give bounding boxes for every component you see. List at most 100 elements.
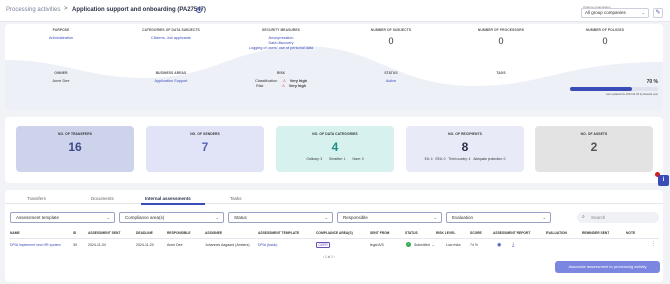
progress-percent: 70 % — [646, 79, 658, 85]
column-header[interactable]: SENT FROM — [370, 231, 389, 235]
card-title: NO. OF RECIPIENTS — [448, 132, 482, 136]
owner-value: Anne Dee — [52, 79, 70, 83]
pagination[interactable]: ‹ 1 af 1 › — [323, 255, 335, 259]
tab-tasks[interactable]: Tasks — [230, 196, 242, 201]
column-header[interactable]: NOTE — [626, 231, 635, 235]
filter-label: Status — [234, 215, 247, 220]
card-value: 16 — [68, 140, 82, 154]
purpose-cell: PURPOSE — Administration — [6, 28, 116, 41]
column-header[interactable]: ASSIGNEE — [205, 231, 222, 235]
tab-transfers[interactable]: Transfers — [27, 196, 46, 201]
download-icon[interactable]: ⤓ — [512, 242, 514, 248]
status-select[interactable]: Submitted ⌄ — [414, 243, 435, 247]
assessment-template-link[interactable]: DPIA (basic) — [258, 243, 277, 247]
compliance-area-filter[interactable]: Compliance area(s) ⌄ — [119, 212, 224, 223]
column-header[interactable]: ASSESSMENT REPORT — [493, 231, 530, 235]
transfers-card[interactable]: NO. OF TRANSFERS 16 — [16, 126, 134, 172]
card-value: 2 — [590, 140, 598, 154]
responsible-name: Anne Dee — [167, 243, 183, 247]
tab-bar: Transfers Documents Internal assessments… — [5, 192, 663, 205]
tab-documents[interactable]: Documents — [91, 196, 114, 201]
status-filter[interactable]: Status ⌄ — [228, 212, 333, 223]
card-breakdown: Ordinary: 3 Sensitive: 1 None: 0 — [276, 157, 394, 161]
assessment-id: 39 — [73, 243, 77, 247]
breakdown-item: None: 0 — [352, 157, 364, 161]
warning-icon: ⚠ — [282, 79, 286, 83]
breakdown-item: Adequate protection: 0 — [473, 157, 506, 161]
filter-label: Responsible — [343, 215, 368, 220]
filter-label: Compliance area(s) — [125, 215, 165, 220]
compliance-badge: GDPR — [316, 242, 331, 248]
column-header[interactable]: STATUS — [405, 231, 418, 235]
risk-level: Low risks — [446, 243, 461, 247]
column-header[interactable]: COMPLIANCE AREA(S) — [316, 231, 353, 235]
evaluation-filter[interactable]: Evaluation ⌄ — [446, 212, 551, 223]
last-updated-text: Last updated the 2023-04-18 by Deleted u… — [605, 93, 658, 96]
column-header[interactable]: EVALUATION — [546, 231, 567, 235]
breadcrumb-processing-activities[interactable]: Processing activities — [6, 7, 60, 13]
card-title: NO. OF SENDERS — [190, 132, 220, 136]
org-select-value: All group companies — [585, 10, 626, 15]
eye-icon[interactable]: ◉ — [497, 242, 501, 248]
more-options-icon[interactable]: ⋮ — [651, 241, 656, 247]
edit-icon[interactable]: ✎ — [653, 8, 663, 18]
data-categories-card[interactable]: NO. OF DATA CATEGORIES 4 Ordinary: 3 Sen… — [276, 126, 394, 172]
column-header[interactable]: REMINDER SENT — [582, 231, 609, 235]
chevron-down-icon: ⌄ — [542, 215, 546, 220]
status-cell: STATUS — Active — [336, 71, 446, 84]
senders-card[interactable]: NO. OF SENDERS 7 — [146, 126, 264, 172]
assets-card[interactable]: NO. OF ASSETS 2 — [535, 126, 653, 172]
breakdown-item: Third country: 4 — [448, 157, 471, 161]
deadline-date: 2024-11-20 — [136, 243, 154, 247]
summary-panel: PURPOSE — Administration CATEGORIES OF D… — [5, 24, 663, 110]
card-value: 7 — [201, 140, 209, 154]
chevron-down-icon: ⌄ — [106, 215, 110, 220]
search-input[interactable]: ⌕ Search — [577, 212, 659, 223]
info-icon[interactable]: i — [196, 7, 202, 13]
categories-value[interactable]: Citizens, Job applicants — [116, 36, 226, 41]
column-header[interactable]: SCORE — [470, 231, 482, 235]
progress-bar-fill — [570, 87, 632, 91]
column-header[interactable]: ASSESSMENT TEMPLATE — [258, 231, 299, 235]
breakdown-item: EU: 4 — [424, 157, 433, 161]
responsible-filter[interactable]: Responsible ⌄ — [337, 212, 442, 223]
breakdown-item: EEA: 0 — [435, 157, 446, 161]
risk-row-name: Risk — [255, 84, 264, 88]
security-cell: SECURITY MEASURES — Anonymization Data d… — [226, 28, 336, 51]
tab-internal-assessments[interactable]: Internal assessments — [145, 196, 191, 201]
score: 74 % — [470, 243, 478, 247]
subjects-cell: NUMBER OF SUBJECTS — 0 — [336, 28, 446, 46]
chevron-down-icon: ⌄ — [324, 215, 328, 220]
assessment-template-filter[interactable]: Assessment template ⌄ — [10, 212, 115, 223]
tags-dash: — — [499, 75, 503, 79]
check-icon: ✓ — [406, 242, 411, 247]
column-header[interactable]: NAME — [10, 231, 20, 235]
column-header[interactable]: RESPONSIBLE — [167, 231, 191, 235]
risk-row-name: Classification — [255, 79, 278, 83]
card-value: 8 — [461, 140, 469, 154]
assignee-name: Johannes Aagaard (Ambers) — [205, 243, 250, 247]
card-title: NO. OF DATA CATEGORIES — [312, 132, 358, 136]
business-areas-value[interactable]: Application Support — [116, 79, 226, 84]
assessment-name-link[interactable]: DPIA implement new HR system — [10, 243, 61, 247]
column-header[interactable]: DEADLINE — [136, 231, 153, 235]
header-divider — [9, 238, 659, 239]
risk-cell: RISK — Classification ⚠ Very high Risk ⚠… — [226, 71, 336, 89]
column-header[interactable]: RISK LEVEL — [436, 231, 455, 235]
assessment-sent-date: 2024-11-04 — [88, 243, 106, 247]
column-header[interactable]: ASSESSMENT SENT — [88, 231, 120, 235]
tags-cell: TAGS — — [446, 71, 556, 79]
breakdown-item: Sensitive: 1 — [329, 157, 346, 161]
processors-value: 0 — [498, 36, 504, 46]
purpose-value[interactable]: Administration — [6, 36, 116, 41]
card-title: NO. OF ASSETS — [580, 132, 608, 136]
column-header[interactable]: ID — [73, 231, 76, 235]
progress-bar — [570, 87, 658, 91]
info-icon[interactable]: i — [658, 175, 669, 186]
processors-cell: NUMBER OF PROCESSORS — 0 — [446, 28, 556, 46]
active-tab-underline — [141, 203, 205, 205]
recipients-card[interactable]: NO. OF RECIPIENTS 8 EU: 4 EEA: 0 Third c… — [406, 126, 524, 172]
associate-assessment-button[interactable]: Associate assessment to processing activ… — [555, 261, 660, 273]
security-value[interactable]: Logging of users' use of personal data — [226, 46, 336, 51]
org-select[interactable]: All group companies ⌄ — [581, 8, 649, 18]
